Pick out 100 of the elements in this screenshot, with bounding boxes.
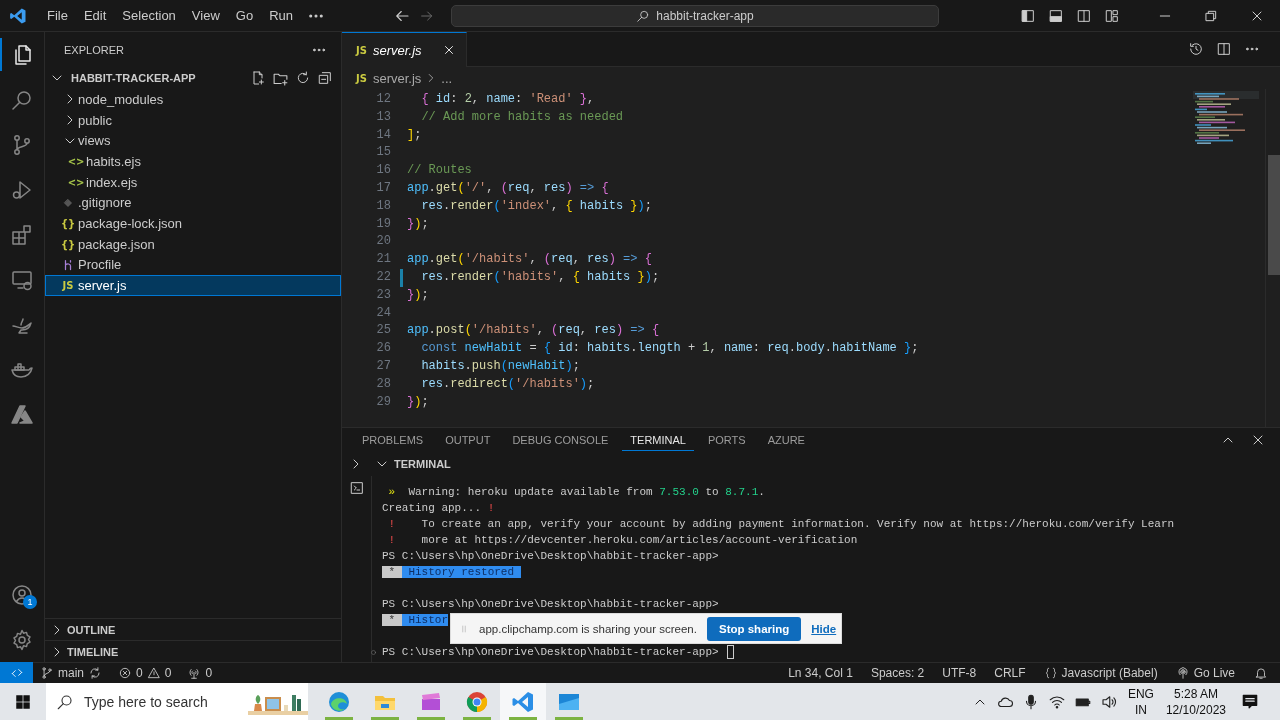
peak-logo-icon[interactable] xyxy=(10,402,34,427)
code-line: }); xyxy=(407,393,429,411)
refresh-icon[interactable] xyxy=(295,70,311,86)
tree-item[interactable]: <>index.ejs xyxy=(45,171,341,193)
line-number: 25 xyxy=(375,322,391,340)
branch-item[interactable]: main xyxy=(35,666,107,680)
new-file-icon[interactable] xyxy=(250,70,266,86)
bell-icon[interactable] xyxy=(1254,666,1268,680)
line-number: 28 xyxy=(375,375,391,393)
history-icon[interactable] xyxy=(1188,41,1204,57)
command-center[interactable]: habbit-tracker-app xyxy=(451,4,939,27)
section-header[interactable]: OUTLINE xyxy=(67,623,116,636)
account-icon[interactable] xyxy=(10,582,34,607)
stop-sharing-button[interactable]: Stop sharing xyxy=(706,616,802,641)
status-item[interactable]: Ln 34, Col 1 xyxy=(783,666,858,680)
terminal-line: * Histor xyxy=(382,612,449,628)
file-type-icon: JS xyxy=(62,280,74,292)
menu-item[interactable]: File xyxy=(39,4,76,27)
ports-item[interactable]: 0 xyxy=(182,666,218,680)
terminal-line: PS C:\Users\hp\OneDrive\Desktop\habbit-tracker-app> xyxy=(382,645,719,660)
line-number: 17 xyxy=(375,180,391,197)
split-layout-icon[interactable] xyxy=(1076,7,1092,24)
panel-tab[interactable]: PROBLEMS xyxy=(354,429,432,451)
input-language[interactable]: IN xyxy=(1134,701,1147,718)
code-line: { id: 2, name: 'Read' }, xyxy=(420,91,595,108)
clock-date[interactable]: 12/10/2023 xyxy=(1165,701,1226,718)
menu-item[interactable]: Selection xyxy=(114,4,184,27)
file-type-icon: <> xyxy=(67,176,85,188)
split-editor-icon[interactable] xyxy=(1216,41,1232,57)
search-icon xyxy=(636,8,651,23)
tree-item[interactable]: .gitignore xyxy=(45,192,341,214)
tree-item[interactable]: JS server.js xyxy=(45,275,341,296)
line-number: 21 xyxy=(375,251,391,269)
line-number: 15 xyxy=(375,144,391,162)
active-indicator xyxy=(0,38,2,71)
hide-link[interactable]: Hide xyxy=(811,620,837,637)
sharing-message: app.clipchamp.com is sharing your screen. xyxy=(479,621,697,637)
clock-time[interactable]: 5:28 AM xyxy=(1173,685,1218,702)
ribbon-icon[interactable] xyxy=(511,689,535,714)
notification-badge: 1 xyxy=(23,595,37,609)
menu-item[interactable]: View xyxy=(183,4,228,27)
tree-item[interactable]: node_modules xyxy=(45,89,341,110)
extensions-icon[interactable] xyxy=(10,222,34,247)
tree-item[interactable]: {} package-lock.json xyxy=(45,213,341,234)
section-header[interactable]: TIMELINE xyxy=(67,645,119,658)
tree-item[interactable]: public xyxy=(45,109,341,131)
code-line: res.render('index', { habits }); xyxy=(420,197,652,215)
editor-tab[interactable]: JS server.js xyxy=(342,32,467,67)
breadcrumb-item[interactable]: ... xyxy=(441,70,453,86)
line-number: 19 xyxy=(375,215,391,233)
chrome-icon[interactable] xyxy=(465,689,489,714)
start-icon[interactable] xyxy=(14,692,32,711)
line-number: 22 xyxy=(375,268,391,286)
file-type-icon: JS xyxy=(356,44,367,56)
status-item[interactable]: UTF-8 xyxy=(937,666,982,680)
go-live-item[interactable]: Go Live xyxy=(1170,666,1240,680)
tree-item[interactable]: <>habits.ejs xyxy=(45,151,341,172)
tree-item[interactable]: {} package.json xyxy=(45,233,341,255)
status-item[interactable]: Spaces: 2 xyxy=(865,666,930,680)
line-number: 29 xyxy=(375,393,391,411)
settings-icon[interactable] xyxy=(10,627,34,652)
collapse-all-icon[interactable] xyxy=(317,70,333,86)
panel-tab[interactable]: OUTPUT xyxy=(437,429,499,451)
sidebar-layout-icon[interactable] xyxy=(1020,7,1036,24)
menu-item[interactable]: Go xyxy=(227,4,262,27)
panel-layout-icon[interactable] xyxy=(1048,7,1064,24)
menu-item[interactable]: Edit xyxy=(75,4,115,27)
terminal-icon[interactable] xyxy=(348,480,365,496)
code-line: app.get('/', (req, res) => { xyxy=(407,180,609,197)
folder-header[interactable]: HABBIT-TRACKER-APP xyxy=(71,72,248,84)
code-line: }); xyxy=(407,286,429,304)
panel-tab[interactable]: AZURE xyxy=(759,429,813,451)
tree-item[interactable]: views xyxy=(45,130,341,152)
problems-item[interactable]: 0 0 xyxy=(113,666,177,680)
line-number: 23 xyxy=(375,286,391,304)
breadcrumb-item[interactable]: JS server.js xyxy=(356,70,422,86)
section-header[interactable]: TERMINAL xyxy=(394,458,451,470)
panel-tab[interactable]: TERMINAL xyxy=(622,429,694,451)
antenna-icon xyxy=(187,666,202,680)
input-language[interactable]: ENG xyxy=(1127,685,1154,702)
line-number: 24 xyxy=(375,304,391,322)
panel-tab[interactable]: DEBUG CONSOLE xyxy=(504,429,617,451)
search-icon xyxy=(56,692,74,711)
code-line: habits.push(newHabit); xyxy=(420,357,580,375)
branch-icon xyxy=(40,666,54,680)
braces-icon xyxy=(1043,666,1058,680)
tree-item[interactable]: Procfile xyxy=(45,254,341,276)
panel-tab[interactable]: PORTS xyxy=(699,429,754,451)
status-item[interactable]: CRLF xyxy=(989,666,1031,680)
app-logo-icon xyxy=(9,6,27,25)
terminal-line: Creating app... ! xyxy=(382,501,495,516)
search-field[interactable]: Type here to search xyxy=(46,683,308,720)
diamond-icon xyxy=(62,196,74,209)
error-icon xyxy=(118,666,132,680)
menu-item[interactable]: Run xyxy=(261,4,301,27)
code-line: const newHabit = { id: habits.length + 1, name: req.body.habitName }; xyxy=(420,340,919,358)
code-line: ]; xyxy=(407,126,422,144)
swirl-icon[interactable] xyxy=(327,689,351,714)
customize-layout-icon[interactable] xyxy=(1104,7,1120,24)
language-item[interactable]: Javascript (Babel) xyxy=(1038,666,1163,680)
